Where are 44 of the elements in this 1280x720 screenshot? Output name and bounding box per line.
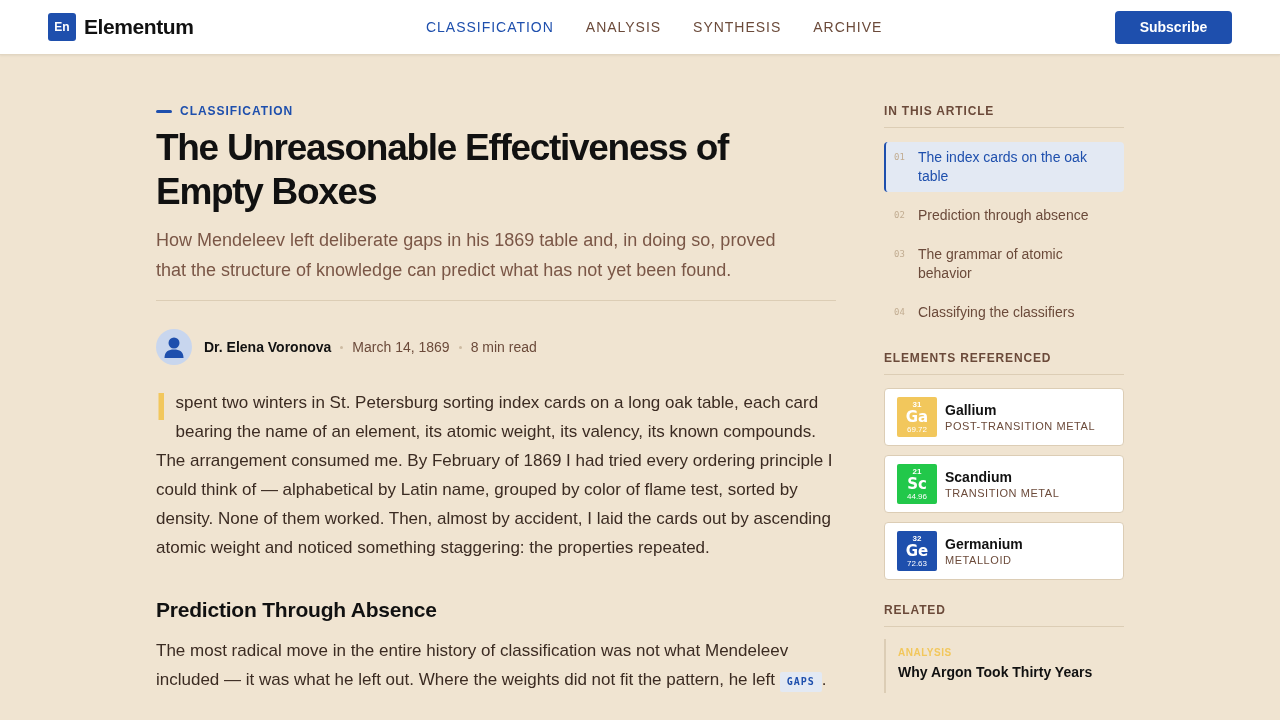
publish-date: March 14, 1869	[352, 337, 450, 357]
elements-heading: ELEMENTS REFERENCED	[884, 350, 1053, 366]
toc-link[interactable]: 01 The index cards on the oak table	[884, 142, 1124, 192]
toc-heading: IN THIS ARTICLE	[884, 103, 996, 119]
dot-separator-icon	[340, 345, 344, 349]
body-paragraph: The most radical move in the entire history of classification was not what Mendeleev included — it was what he left out. Where the weights did not fit the pattern, he left GAPS .	[156, 636, 836, 694]
dot-separator-icon	[458, 345, 462, 349]
subscribe-button[interactable]: Subscribe	[1115, 10, 1232, 44]
toc-link[interactable]: 04 Classifying the classifiers	[884, 297, 1124, 328]
element-symbol: Ga	[905, 408, 929, 425]
section-heading: Prediction Through Absence	[156, 597, 438, 623]
nav-link[interactable]: SYNTHESIS	[693, 16, 782, 38]
atomic-number: 32	[912, 533, 922, 543]
accent-bar-icon	[156, 109, 172, 113]
body-paragraph: I spent two winters in St. Petersburg sorting index cards on a long oak table, each card bearing the name of an element, its atomic weight, its valency, its known compounds. The arrangement consumed me. By February of 1869 I had tried every ordering principle I could think of — alphabetical by Latin name, grouped by color of flame test, sorted by density. None of them worked. Then, almost by accident, I laid the cards out by ascending atomic weight and noticed something staggering: the properties repeated.	[156, 388, 834, 559]
element-category: POST-TRANSITION METAL	[945, 418, 1096, 433]
element-name: Gallium	[945, 401, 998, 419]
toc-link[interactable]: 02 Prediction through absence	[884, 200, 1124, 231]
logo-mark[interactable]: En	[48, 13, 76, 41]
related-category: ANALYSIS	[898, 647, 953, 659]
element-category: METALLOID	[945, 552, 1013, 567]
element-symbol: Ge	[905, 542, 929, 559]
nav-link[interactable]: ARCHIVE	[813, 16, 883, 38]
element-name: Scandium	[945, 468, 1013, 486]
related-article-link[interactable]: Why Argon Took Thirty Years	[898, 663, 1124, 681]
avatar-icon	[156, 329, 192, 365]
atomic-weight: 72.63	[907, 558, 927, 569]
atomic-number: 31	[912, 399, 922, 409]
category-label[interactable]: CLASSIFICATION	[180, 103, 294, 119]
nav-link[interactable]: ANALYSIS	[585, 16, 662, 38]
brand-name[interactable]: Elementum	[84, 11, 194, 43]
atomic-weight: 69.72	[907, 424, 927, 435]
atomic-number: 21	[912, 466, 922, 476]
element-symbol: Sc	[907, 475, 927, 492]
article-subtitle: How Mendeleev left deliberate gaps in his 1869 table and, in doing so, proved that the structure of knowledge can predict what has not yet been found.	[156, 229, 777, 282]
article-title: The Unreasonable Effectiveness of Empty Boxes	[156, 126, 730, 214]
author-name[interactable]: Dr. Elena Voronova	[204, 336, 332, 358]
toc-link[interactable]: 03 The grammar of atomic behavior	[884, 239, 1124, 289]
related-heading: RELATED	[884, 602, 947, 618]
element-name: Germanium	[945, 535, 1023, 553]
read-time: 8 min read	[470, 337, 537, 357]
nav-link[interactable]: CLASSIFICATION	[426, 16, 554, 38]
atomic-weight: 44.96	[907, 491, 927, 502]
element-category: TRANSITION METAL	[945, 485, 1060, 500]
